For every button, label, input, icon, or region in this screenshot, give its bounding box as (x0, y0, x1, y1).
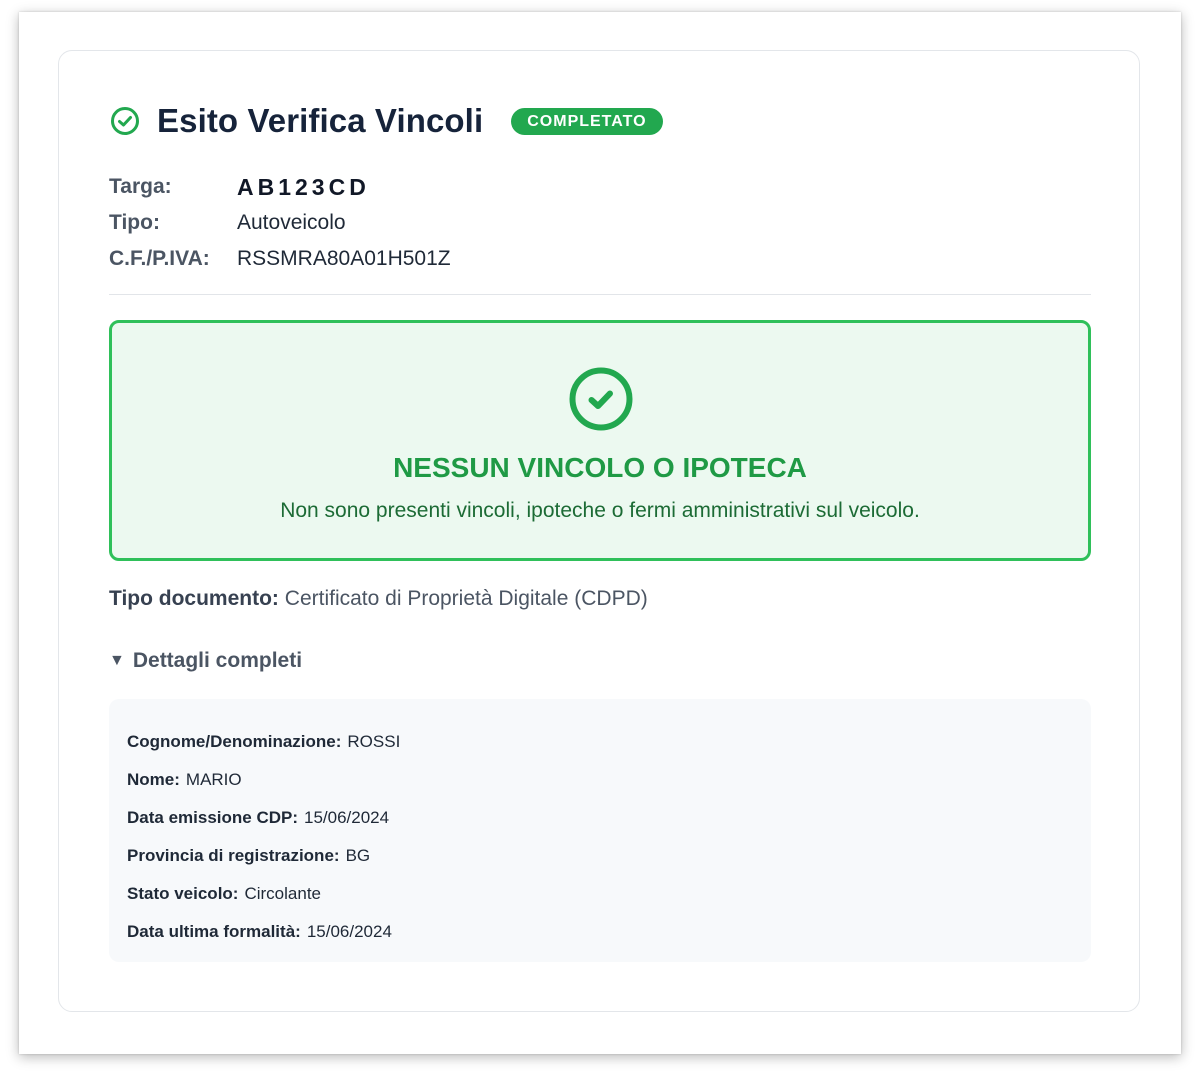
details-value: 15/06/2024 (304, 808, 390, 827)
check-circle-icon (569, 367, 633, 431)
details-list: Cognome/Denominazione: ROSSI Nome: MARIO… (127, 723, 400, 951)
document-type: Tipo documento: Certificato di Proprietà… (109, 587, 648, 611)
details-row-surname: Cognome/Denominazione: ROSSI (127, 723, 400, 761)
details-label: Data emissione CDP: (127, 808, 298, 827)
details-row-last-formality: Data ultima formalità: 15/06/2024 (127, 913, 400, 951)
result-box: NESSUN VINCOLO O IPOTECA Non sono presen… (109, 320, 1091, 561)
result-card: Esito Verifica Vincoli COMPLETATO Targa:… (58, 50, 1140, 1012)
vehicle-info-row-plate: Targa: AB123CD (109, 169, 451, 205)
details-value: BG (345, 846, 371, 865)
document-type-value: Certificato di Proprietà Digitale (CDPD) (284, 587, 648, 610)
card-header: Esito Verifica Vincoli COMPLETATO (109, 101, 663, 141)
details-toggle[interactable]: ▼ Dettagli completi (109, 649, 302, 673)
document-type-label: Tipo documento: (109, 587, 279, 610)
details-value: 15/06/2024 (306, 922, 392, 941)
divider (109, 294, 1091, 295)
check-circle-icon (111, 107, 139, 135)
plate-label: Targa: (109, 175, 172, 198)
details-label: Cognome/Denominazione: (127, 732, 342, 751)
vehicle-info-row-type: Tipo: Autoveicolo (109, 205, 451, 241)
result-message: Non sono presenti vincoli, ipoteche o fe… (280, 499, 920, 522)
details-value: ROSSI (347, 732, 401, 751)
taxcode-label: C.F./P.IVA: (109, 247, 210, 270)
window-frame: Esito Verifica Vincoli COMPLETATO Targa:… (19, 12, 1181, 1054)
details-label: Provincia di registrazione: (127, 846, 340, 865)
details-toggle-label: Dettagli completi (132, 649, 303, 672)
details-row-province: Provincia di registrazione: BG (127, 837, 400, 875)
taxcode-value: RSSMRA80A01H501Z (237, 247, 451, 270)
details-panel: Cognome/Denominazione: ROSSI Nome: MARIO… (109, 699, 1091, 962)
type-label: Tipo: (109, 211, 160, 234)
details-value: Circolante (244, 884, 322, 903)
status-badge: COMPLETATO (511, 107, 663, 135)
details-label: Nome: (127, 770, 180, 789)
details-value: MARIO (185, 770, 242, 789)
details-label: Data ultima formalità: (127, 922, 301, 941)
details-row-name: Nome: MARIO (127, 761, 400, 799)
details-label: Stato veicolo: (127, 884, 239, 903)
type-value: Autoveicolo (237, 211, 346, 234)
details-row-issue-date: Data emissione CDP: 15/06/2024 (127, 799, 400, 837)
vehicle-info-row-taxcode: C.F./P.IVA: RSSMRA80A01H501Z (109, 241, 451, 277)
vehicle-info: Targa: AB123CD Tipo: Autoveicolo C.F./P.… (109, 169, 451, 277)
plate-value: AB123CD (237, 173, 370, 200)
result-title: NESSUN VINCOLO O IPOTECA (393, 452, 807, 483)
triangle-down-icon: ▼ (109, 652, 125, 669)
page-title: Esito Verifica Vincoli (157, 102, 484, 139)
details-row-vehicle-status: Stato veicolo: Circolante (127, 875, 400, 913)
